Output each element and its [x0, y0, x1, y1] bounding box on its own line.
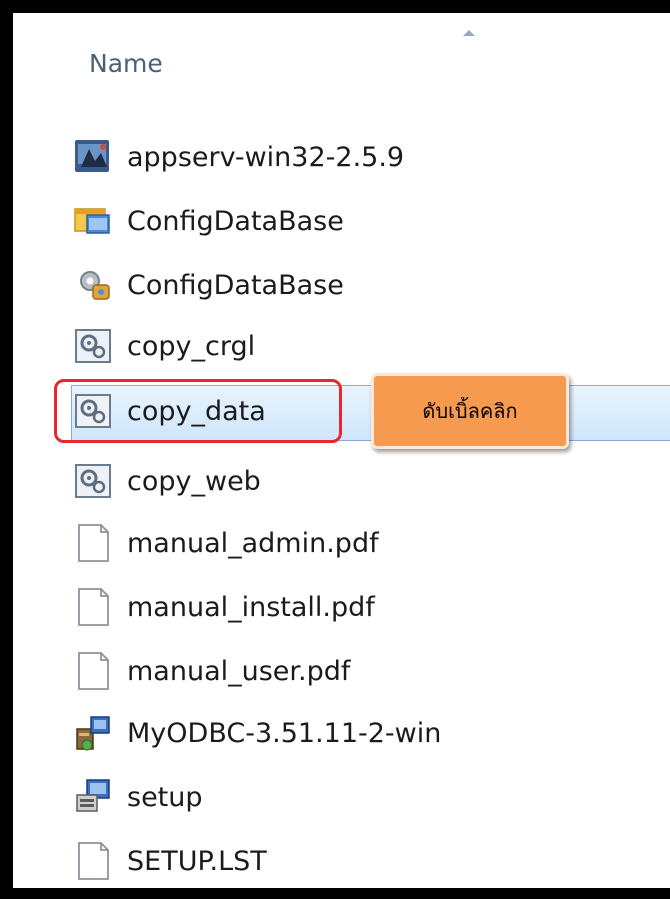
file-row[interactable]: copy_web — [73, 453, 670, 509]
file-row[interactable]: manual_admin.pdf — [73, 515, 670, 571]
file-name: manual_admin.pdf — [127, 527, 379, 559]
blank-document-icon — [73, 651, 113, 691]
file-name: ConfigDataBase — [127, 269, 344, 301]
file-name: copy_web — [127, 465, 261, 497]
file-name: manual_install.pdf — [127, 591, 375, 623]
file-row[interactable]: manual_install.pdf — [73, 579, 670, 635]
blank-document-icon — [73, 523, 113, 563]
file-row[interactable]: ConfigDataBase — [73, 257, 670, 313]
file-row[interactable]: ConfigDataBase — [73, 193, 670, 249]
file-row[interactable]: setup — [73, 769, 670, 825]
blank-document-icon — [73, 841, 113, 881]
file-explorer-panel: Name appserv-win32-2.5.9 ConfigDataBase … — [13, 13, 670, 888]
file-row[interactable]: copy_crgl — [73, 318, 670, 374]
file-row[interactable]: SETUP.LST — [73, 833, 670, 889]
file-name: SETUP.LST — [127, 845, 267, 877]
app-window-icon — [73, 201, 113, 241]
setup-computer-icon — [73, 777, 113, 817]
file-name: copy_crgl — [127, 330, 256, 362]
file-name: MyODBC-3.51.11-2-win — [127, 717, 442, 749]
file-name: manual_user.pdf — [127, 655, 351, 687]
batch-file-icon — [73, 326, 113, 366]
sort-ascending-icon[interactable] — [463, 30, 475, 36]
file-row[interactable]: MyODBC-3.51.11-2-win — [73, 705, 670, 761]
file-name: appserv-win32-2.5.9 — [127, 141, 405, 173]
setup-package-icon — [73, 713, 113, 753]
double-click-callout: ดับเบิ้ลคลิก — [371, 373, 569, 449]
file-row[interactable]: manual_user.pdf — [73, 643, 670, 699]
config-gear-icon — [73, 265, 113, 305]
file-row[interactable]: appserv-win32-2.5.9 — [73, 129, 670, 185]
batch-file-icon — [73, 461, 113, 501]
blank-document-icon — [73, 587, 113, 627]
column-header-name[interactable]: Name — [89, 49, 163, 78]
callout-text: ดับเบิ้ลคลิก — [422, 399, 518, 423]
file-name: ConfigDataBase — [127, 205, 344, 237]
installer-icon — [73, 137, 113, 177]
file-name: setup — [127, 781, 203, 813]
annotation-highlight-box — [54, 379, 342, 443]
